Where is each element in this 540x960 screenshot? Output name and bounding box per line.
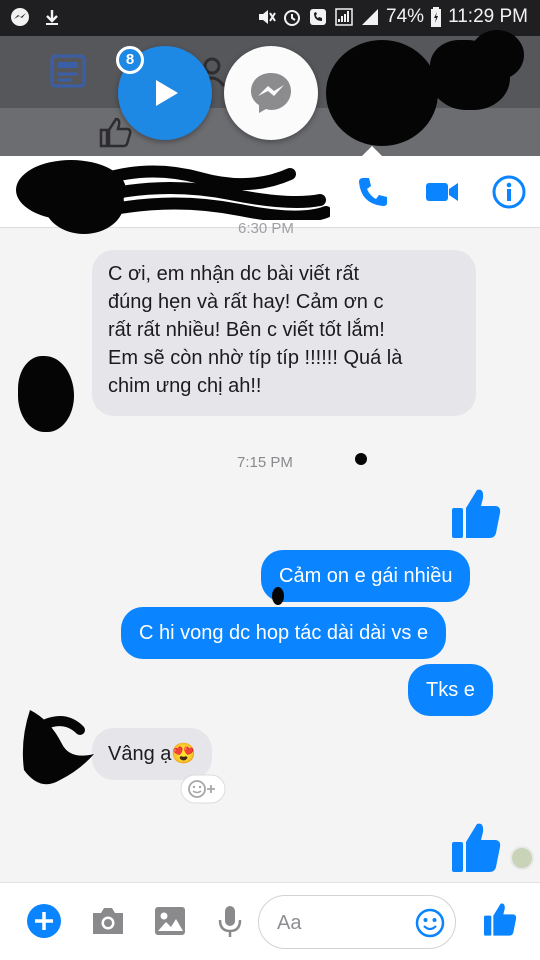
gallery-icon[interactable] [152,903,188,939]
message-line: chim ưng chị ah!! [108,375,262,397]
thumbs-up-icon[interactable] [482,901,518,937]
alarm-icon [284,10,301,26]
dot-mark [272,587,284,605]
status-time: 11:29 PM [448,6,528,27]
seen-avatar [510,846,534,870]
play-icon [156,80,178,106]
signal-icon [335,8,353,26]
unread-badge: 8 [116,46,144,74]
message-input-container[interactable] [258,895,456,949]
redacted-avatar [18,356,74,432]
message-line: rất rất nhiều! Bên c viết tốt lắm! [108,319,385,341]
download-icon [46,10,58,25]
thumbs-up-icon [452,489,501,538]
thumbs-up-icon [452,823,501,872]
info-icon[interactable] [491,174,527,210]
add-icon[interactable] [26,903,62,939]
call-status-icon [310,9,327,25]
timestamp-top: 6:30 PM [238,220,294,237]
message-input[interactable] [277,909,407,937]
microphone-icon[interactable] [212,903,248,939]
redacted-name [94,165,330,220]
outgoing-message-bubble[interactable]: Tks e [408,664,493,716]
emoji-icon[interactable] [415,908,445,938]
mute-icon [259,10,276,24]
add-reaction-icon[interactable] [180,774,226,804]
incoming-message-bubble[interactable]: C ơi, em nhận dc bài viết rất đúng hẹn v… [92,250,476,416]
timestamp-mid: 7:15 PM [237,454,293,471]
incoming-message-bubble[interactable]: Vâng ạ😍 [92,728,213,780]
outgoing-message-bubble[interactable]: Cảm on e gái nhiều [261,550,471,602]
redaction-mark [470,30,524,80]
messenger-notification-icon [11,8,29,26]
camera-icon[interactable] [90,903,126,939]
message-line: Em sẽ còn nhờ típ típ !!!!!! Quá là [108,347,403,369]
redacted-avatar [22,710,94,785]
chat-head-messenger[interactable] [224,46,318,140]
phone-icon[interactable] [355,174,391,210]
message-composer [0,882,540,960]
message-line: đúng hẹn và rất hay! Cảm ơn c [108,291,384,313]
chat-head-redacted[interactable] [326,40,438,146]
messenger-icon [251,73,291,113]
signal-strength-icon [362,9,379,25]
video-icon[interactable] [424,174,460,210]
outgoing-message-bubble[interactable]: C hi vong dc hop tác dài dài vs e [121,607,447,659]
battery-percentage: 74% [386,6,425,27]
news-feed-icon [50,54,86,88]
message-line: C ơi, em nhận dc bài viết rất [108,263,360,285]
dot-mark [355,453,367,465]
battery-icon [431,7,442,27]
status-bar: 74% 11:29 PM [0,0,540,36]
